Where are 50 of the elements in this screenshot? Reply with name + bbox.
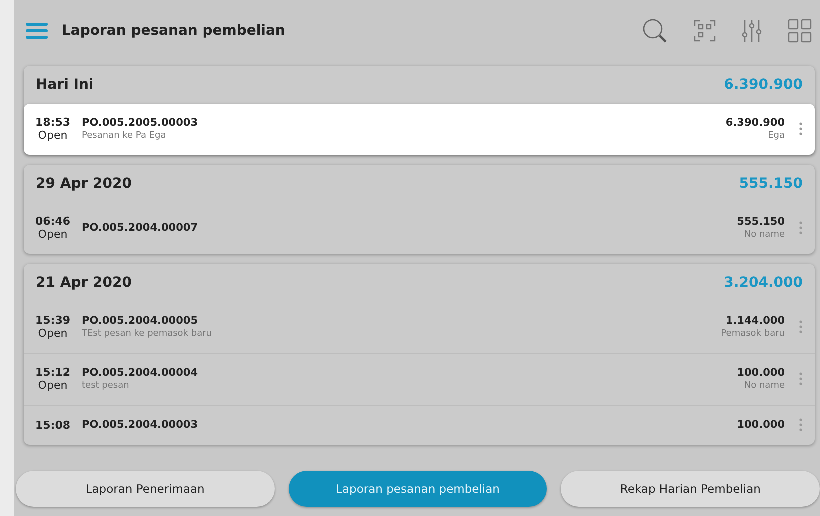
order-number: PO.005.2005.00003: [82, 117, 200, 129]
order-amount: 555.150: [737, 216, 785, 228]
supplier-name: No name: [744, 381, 785, 391]
order-amount: 100.000: [737, 367, 785, 379]
more-icon[interactable]: [799, 221, 803, 235]
order-note: Pesanan ke Pa Ega: [82, 131, 168, 141]
report-tab[interactable]: Laporan Penerimaan: [16, 471, 275, 507]
screen-title: Laporan pesanan pembelian: [62, 23, 286, 39]
order-time: 15:39: [36, 314, 71, 327]
more-icon[interactable]: [799, 122, 803, 136]
order-amount: 6.390.900: [726, 117, 785, 129]
order-note: TEst pesan ke pemasok baru: [82, 329, 214, 339]
order-amount: 1.144.000: [726, 315, 785, 327]
supplier-name: Ega: [768, 131, 785, 141]
order-amount: 100.000: [737, 419, 785, 431]
order-row[interactable]: 15:39 Open PO.005.2004.00005 TEst pesan ke pemasok baru 1.144.000 Pemasok baru: [24, 302, 815, 353]
order-row[interactable]: 18:53 Open PO.005.2005.00003 Pesanan ke Pa Ega 6.390.900 Ega: [24, 104, 815, 155]
order-time: 06:46: [36, 215, 71, 228]
report-tab[interactable]: Rekap Harian Pembelian: [561, 471, 820, 507]
group-total: 3.204.000: [724, 275, 803, 291]
order-status: Open: [38, 379, 68, 392]
group-total: 6.390.900: [724, 77, 803, 93]
order-row[interactable]: 15:08 PO.005.2004.00003 100.000: [24, 405, 815, 445]
supplier-name: Pemasok baru: [721, 329, 785, 339]
order-row[interactable]: 15:12 Open PO.005.2004.00004 test pesan 100.000 No name: [24, 353, 815, 405]
order-row[interactable]: 06:46 Open PO.005.2004.00007 555.150 No name: [24, 203, 815, 254]
group-date: 21 Apr 2020: [36, 275, 132, 291]
group-date: Hari Ini: [36, 77, 94, 93]
order-time: 18:53: [36, 116, 71, 129]
order-number: PO.005.2004.00004: [82, 367, 200, 379]
more-icon[interactable]: [799, 418, 803, 432]
order-status: Open: [38, 129, 68, 142]
order-note: test pesan: [82, 381, 130, 391]
menu-icon[interactable]: [26, 23, 48, 39]
group-total: 555.150: [739, 176, 803, 192]
order-number: PO.005.2004.00007: [82, 222, 200, 234]
order-status: Open: [38, 228, 68, 241]
more-icon[interactable]: [799, 320, 803, 334]
search-icon[interactable]: [642, 18, 668, 44]
order-time: 15:08: [36, 418, 71, 432]
grid-view-icon[interactable]: [788, 19, 812, 43]
order-number: PO.005.2004.00005: [82, 315, 200, 327]
order-time: 15:12: [36, 366, 71, 379]
more-icon[interactable]: [799, 372, 803, 386]
order-number: PO.005.2004.00003: [82, 419, 200, 431]
order-status: Open: [38, 327, 68, 340]
scan-icon[interactable]: [694, 20, 716, 42]
filter-sliders-icon[interactable]: [742, 19, 762, 43]
supplier-name: No name: [744, 230, 785, 240]
group-date: 29 Apr 2020: [36, 176, 132, 192]
